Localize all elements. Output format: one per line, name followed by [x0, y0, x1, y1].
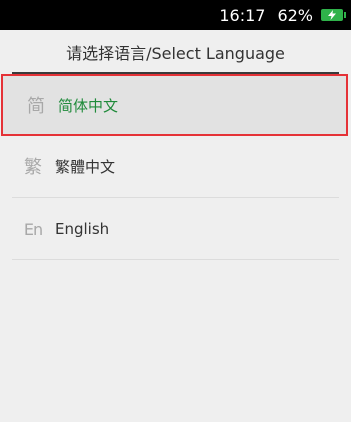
simplified-chinese-icon: 简 [27, 96, 45, 117]
language-option-traditional-chinese[interactable]: 繁 繁體中文 [0, 135, 351, 197]
language-option-simplified-chinese[interactable]: 简 简体中文 [1, 74, 348, 136]
battery-percent: 62% [277, 5, 313, 25]
page-title: 请选择语言/Select Language [66, 43, 285, 63]
header: 请选择语言/Select Language [0, 30, 351, 73]
language-label: English [55, 220, 110, 238]
lightning-icon [328, 10, 336, 20]
language-option-english[interactable]: En English [0, 198, 351, 260]
battery-charging-icon [321, 9, 346, 21]
status-time: 16:17 [219, 5, 266, 25]
list-divider [12, 259, 339, 260]
english-icon: En [23, 219, 43, 239]
language-label: 简体中文 [58, 96, 119, 115]
status-bar: 16:17 62% [0, 0, 351, 30]
traditional-chinese-icon: 繁 [24, 157, 42, 178]
language-label: 繁體中文 [55, 157, 116, 176]
